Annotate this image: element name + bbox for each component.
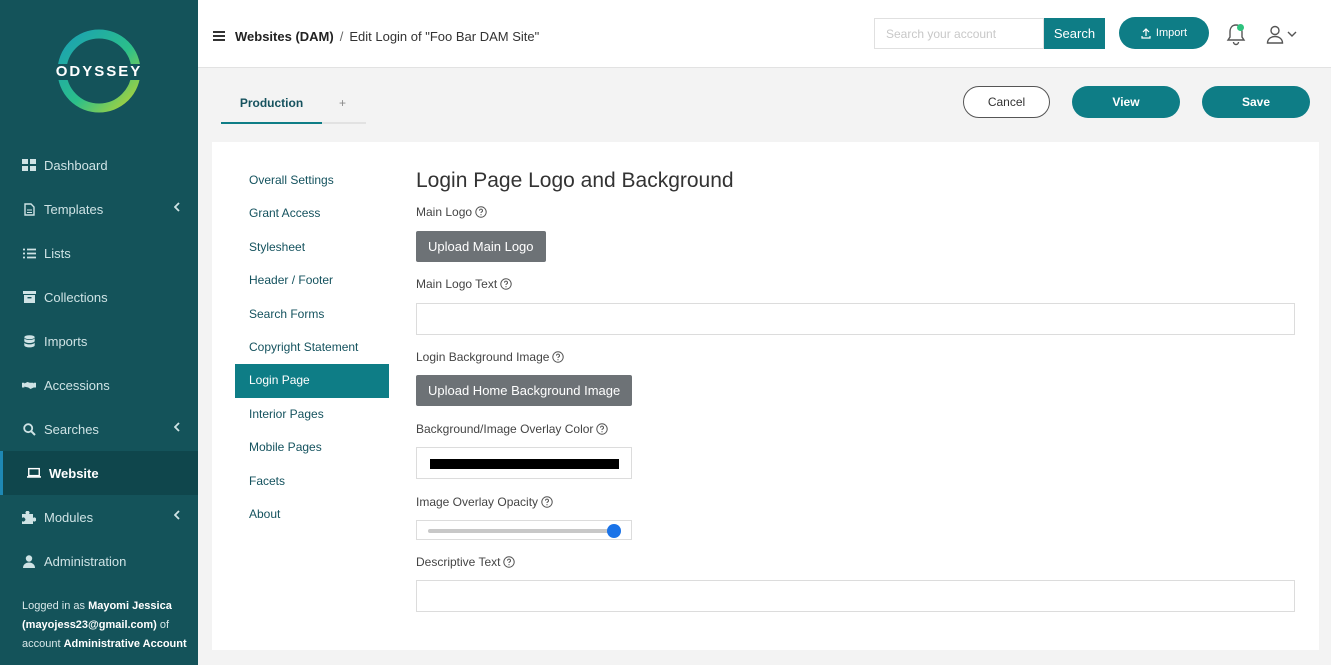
- view-button[interactable]: View: [1072, 86, 1180, 118]
- breadcrumb-root[interactable]: Websites (DAM): [235, 29, 334, 44]
- sidebar-item-label: Templates: [44, 201, 104, 217]
- page-title: Login Page Logo and Background: [416, 169, 734, 192]
- sidebar-item-administration[interactable]: Administration: [0, 539, 198, 583]
- settings-panel: Overall Settings Grant Access Stylesheet He…: [212, 142, 1319, 650]
- main-logo-label: Main Logo: [416, 205, 487, 219]
- search-input[interactable]: [874, 18, 1044, 49]
- logged-in-info: Logged in as Mayomi Jessica (mayojess23@…: [22, 600, 187, 650]
- subnav-item-facets[interactable]: Facets: [235, 465, 389, 498]
- breadcrumb: Websites (DAM) / Edit Login of "Foo Bar DA…: [235, 29, 539, 44]
- subnav-item-interior-pages[interactable]: Interior Pages: [235, 398, 389, 431]
- help-icon[interactable]: [500, 278, 512, 290]
- archive-icon: [22, 290, 36, 304]
- upload-main-logo-button[interactable]: Upload Main Logo: [416, 231, 546, 262]
- sidebar-item-label: Dashboard: [44, 157, 108, 173]
- chevron-left-icon: [173, 422, 180, 435]
- dashboard-icon: [22, 158, 36, 172]
- sidebar-item-label: Administration: [44, 553, 127, 569]
- overlay-opacity-slider[interactable]: [416, 520, 632, 540]
- subnav-item-mobile-pages[interactable]: Mobile Pages: [235, 431, 389, 464]
- user-icon: [1266, 25, 1284, 44]
- subnav-item-about[interactable]: About: [235, 498, 389, 531]
- login-background-image-label: Login Background Image: [416, 350, 565, 364]
- handshake-icon: [22, 378, 36, 392]
- user-menu[interactable]: [1265, 24, 1299, 44]
- sidebar-item-website[interactable]: Website: [0, 451, 198, 495]
- laptop-icon: [27, 466, 41, 480]
- sidebar-item-modules[interactable]: Modules: [0, 495, 198, 539]
- sidebar-item-label: Modules: [44, 509, 94, 525]
- main-logo-text-input[interactable]: [416, 303, 1295, 335]
- brand-name: ODYSSEY: [47, 64, 151, 80]
- list-icon: [22, 246, 36, 260]
- cancel-button[interactable]: Cancel: [963, 86, 1050, 118]
- subnav-item-stylesheet[interactable]: Stylesheet: [235, 231, 389, 264]
- sidebar-item-label: Collections: [44, 289, 108, 305]
- overlay-opacity-label: Image Overlay Opacity: [416, 495, 553, 509]
- descriptive-text-label: Descriptive Text: [416, 555, 516, 569]
- sidebar-item-imports[interactable]: Imports: [0, 319, 198, 363]
- import-button[interactable]: Import: [1119, 17, 1209, 49]
- menu-icon[interactable]: [213, 31, 225, 41]
- save-button[interactable]: Save: [1202, 86, 1310, 118]
- help-icon[interactable]: [541, 496, 553, 508]
- document-icon: [22, 202, 36, 216]
- color-swatch: [430, 459, 619, 469]
- descriptive-text-input[interactable]: [416, 580, 1295, 612]
- subnav-item-overall-settings[interactable]: Overall Settings: [235, 164, 389, 197]
- sidebar-item-dashboard[interactable]: Dashboard: [0, 143, 198, 187]
- subnav-item-header-footer[interactable]: Header / Footer: [235, 264, 389, 297]
- user-icon: [22, 554, 36, 568]
- subnav-item-copyright-statement[interactable]: Copyright Statement: [235, 331, 389, 364]
- help-icon[interactable]: [552, 351, 565, 363]
- environment-tabs: Production +: [221, 85, 366, 124]
- subnav-item-login-page[interactable]: Login Page: [235, 364, 389, 398]
- help-icon[interactable]: [503, 556, 516, 568]
- breadcrumb-current: Edit Login of "Foo Bar DAM Site": [349, 29, 540, 44]
- upload-icon: [1141, 27, 1151, 39]
- main-logo-text-label: Main Logo Text: [416, 277, 512, 291]
- import-label: Import: [1155, 27, 1188, 39]
- sidebar-item-label: Website: [49, 465, 99, 481]
- subnav-item-grant-access[interactable]: Grant Access: [235, 197, 389, 230]
- subnav-item-search-forms[interactable]: Search Forms: [235, 298, 389, 331]
- upload-background-image-button[interactable]: Upload Home Background Image: [416, 375, 633, 406]
- tab-production[interactable]: Production: [221, 85, 322, 124]
- top-bar: Websites (DAM) / Edit Login of "Foo Bar DA…: [198, 0, 1331, 68]
- sidebar-item-templates[interactable]: Templates: [0, 187, 198, 231]
- notification-dot: [1237, 24, 1244, 31]
- database-icon: [22, 334, 36, 348]
- overlay-color-label: Background/Image Overlay Color: [416, 422, 609, 436]
- chevron-left-icon: [173, 202, 180, 215]
- search-button[interactable]: Search: [1044, 18, 1105, 49]
- sidebar-item-searches[interactable]: Searches: [0, 407, 198, 451]
- slider-thumb[interactable]: [607, 524, 621, 538]
- sidebar-item-label: Accessions: [44, 377, 110, 393]
- puzzle-icon: [22, 510, 36, 524]
- sidebar: ODYSSEY Dashboard Templates Lists Collectio…: [0, 0, 198, 665]
- sidebar-item-label: Imports: [44, 333, 88, 349]
- overlay-color-picker[interactable]: [416, 447, 632, 479]
- add-tab-button[interactable]: +: [339, 85, 346, 122]
- sidebar-item-label: Searches: [44, 421, 99, 437]
- help-icon[interactable]: [475, 206, 487, 218]
- breadcrumb-separator: /: [339, 29, 344, 44]
- sidebar-item-lists[interactable]: Lists: [0, 231, 198, 275]
- sidebar-nav: Dashboard Templates Lists Collections Import…: [0, 143, 198, 583]
- chevron-left-icon: [173, 510, 180, 523]
- settings-subnav: Overall Settings Grant Access Stylesheet He…: [235, 164, 389, 531]
- slider-track: [428, 529, 614, 533]
- chevron-down-icon: [1287, 31, 1297, 37]
- sidebar-item-label: Lists: [44, 245, 71, 261]
- sidebar-item-collections[interactable]: Collections: [0, 275, 198, 319]
- search-icon: [22, 422, 36, 436]
- help-icon[interactable]: [596, 423, 609, 435]
- sidebar-item-accessions[interactable]: Accessions: [0, 363, 198, 407]
